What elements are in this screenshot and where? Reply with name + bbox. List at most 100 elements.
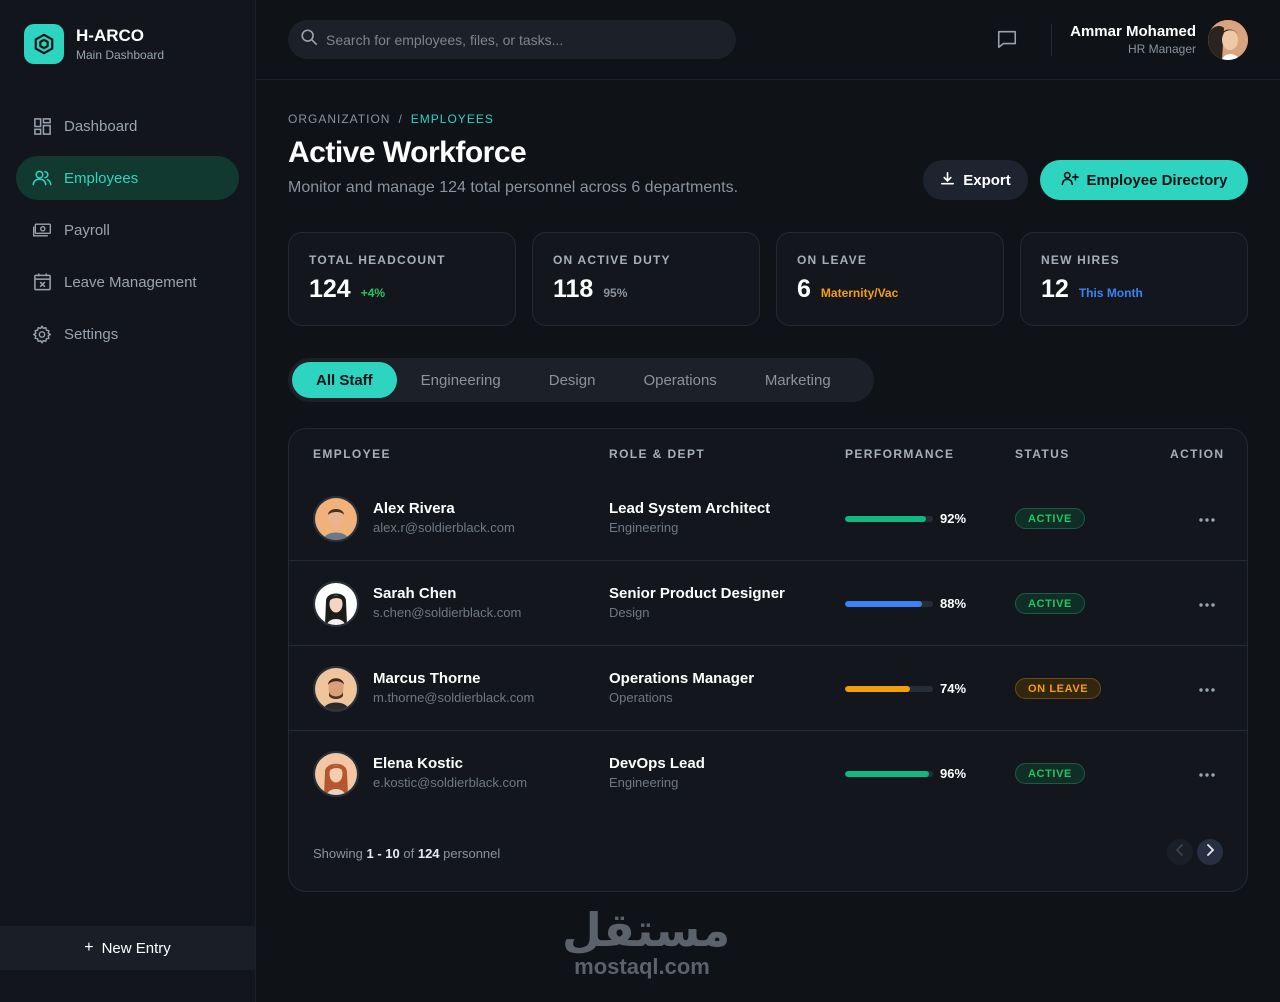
stat-label: ON LEAVE bbox=[797, 253, 868, 267]
sidebar-item-payroll[interactable]: Payroll bbox=[16, 208, 239, 252]
employee-directory-label: Employee Directory bbox=[1086, 171, 1228, 189]
sidebar-item-label: Payroll bbox=[64, 221, 110, 239]
sidebar-item-label: Employees bbox=[64, 169, 139, 187]
pagination-of: of bbox=[403, 846, 415, 861]
stat-label: TOTAL HEADCOUNT bbox=[309, 253, 446, 267]
watermark-latin: mostaql.com bbox=[574, 954, 710, 979]
sidebar-item-label: Leave Management bbox=[64, 273, 197, 291]
pagination-prefix: Showing bbox=[313, 846, 363, 861]
row-actions-button[interactable] bbox=[1197, 508, 1217, 528]
new-entry-button[interactable]: + New Entry bbox=[0, 926, 255, 970]
breadcrumb-current: EMPLOYEES bbox=[410, 112, 494, 126]
employees-table: EMPLOYEE ROLE & DEPT PERFORMANCE STATUS … bbox=[288, 428, 1248, 892]
stat-label: NEW HIRES bbox=[1041, 253, 1120, 267]
employee-email: m.thorne@soldierblack.com bbox=[373, 690, 535, 705]
sidebar-item-employees[interactable]: Employees bbox=[16, 156, 239, 200]
more-horizontal-icon bbox=[1199, 594, 1215, 612]
tab-operations[interactable]: Operations bbox=[619, 362, 740, 398]
new-entry-label: New Entry bbox=[101, 939, 171, 957]
column-header-performance[interactable]: PERFORMANCE bbox=[845, 447, 954, 461]
employee-email: s.chen@soldierblack.com bbox=[373, 605, 522, 620]
tab-all-staff[interactable]: All Staff bbox=[292, 362, 397, 398]
user-role: HR Manager bbox=[1127, 42, 1196, 56]
avatar[interactable] bbox=[313, 496, 359, 542]
stat-sub: 95% bbox=[603, 286, 628, 300]
table-row[interactable]: Sarah Chen s.chen@soldierblack.com Senio… bbox=[289, 561, 1247, 646]
tab-marketing[interactable]: Marketing bbox=[741, 362, 855, 398]
search-bar[interactable] bbox=[288, 20, 736, 59]
chevron-left-icon bbox=[1175, 843, 1185, 861]
brand-logo-icon bbox=[24, 24, 64, 64]
download-icon bbox=[940, 171, 963, 190]
page-title: Active Workforce bbox=[288, 136, 527, 169]
topbar: Ammar Mohamed HR Manager bbox=[256, 0, 1280, 80]
previous-page-button[interactable] bbox=[1167, 839, 1193, 865]
stat-card-on-active-duty: ON ACTIVE DUTY 118 95% bbox=[532, 232, 760, 326]
sidebar-item-dashboard[interactable]: Dashboard bbox=[16, 104, 239, 148]
performance-value: 92% bbox=[940, 511, 967, 526]
stat-sub: Maternity/Vac bbox=[820, 286, 899, 300]
chat-icon bbox=[996, 30, 1018, 54]
stat-card-new-hires: NEW HIRES 12 This Month bbox=[1020, 232, 1248, 326]
status-badge: ACTIVE bbox=[1015, 593, 1085, 614]
employee-email: e.kostic@soldierblack.com bbox=[373, 775, 528, 790]
avatar[interactable] bbox=[313, 666, 359, 712]
search-input[interactable] bbox=[326, 31, 706, 48]
row-actions-button[interactable] bbox=[1197, 678, 1217, 698]
row-actions-button[interactable] bbox=[1197, 593, 1217, 613]
grid-icon bbox=[32, 116, 52, 136]
employee-dept: Design bbox=[609, 605, 650, 620]
brand[interactable]: H-ARCO Main Dashboard bbox=[24, 24, 164, 64]
employee-name: Elena Kostic bbox=[373, 755, 464, 772]
page-subtitle: Monitor and manage 124 total personnel a… bbox=[288, 179, 739, 196]
performance-bar bbox=[845, 686, 933, 692]
performance-value: 74% bbox=[940, 681, 967, 696]
employee-dept: Engineering bbox=[609, 775, 679, 790]
export-label: Export bbox=[963, 171, 1011, 189]
watermark: مستقل mostaql.com bbox=[562, 905, 730, 979]
table-row[interactable]: Elena Kostic e.kostic@soldierblack.com D… bbox=[289, 731, 1247, 816]
performance-bar bbox=[845, 601, 933, 607]
user-profile[interactable]: Ammar Mohamed HR Manager bbox=[1070, 20, 1248, 60]
sidebar-item-label: Dashboard bbox=[64, 117, 138, 135]
next-page-button[interactable] bbox=[1197, 839, 1223, 865]
tab-design[interactable]: Design bbox=[525, 362, 620, 398]
chevron-right-icon bbox=[1205, 843, 1215, 861]
export-button[interactable]: Export bbox=[923, 160, 1028, 200]
table-row[interactable]: Alex Rivera alex.r@soldierblack.com Lead… bbox=[289, 476, 1247, 561]
column-header-role[interactable]: ROLE & DEPT bbox=[609, 447, 705, 461]
stat-label: ON ACTIVE DUTY bbox=[553, 253, 671, 267]
users-icon bbox=[32, 168, 52, 188]
avatar[interactable] bbox=[313, 751, 359, 797]
breadcrumb-parent[interactable]: ORGANIZATION bbox=[288, 112, 390, 126]
messages-button[interactable] bbox=[996, 28, 1018, 50]
employee-directory-button[interactable]: Employee Directory bbox=[1040, 160, 1248, 200]
column-header-status[interactable]: STATUS bbox=[1015, 447, 1070, 461]
row-actions-button[interactable] bbox=[1197, 763, 1217, 783]
stats-row: TOTAL HEADCOUNT 124 +4% ON ACTIVE DUTY 1… bbox=[288, 232, 1248, 326]
sidebar-item-settings[interactable]: Settings bbox=[16, 312, 239, 356]
employee-role: DevOps Lead bbox=[609, 755, 705, 772]
user-name: Ammar Mohamed bbox=[1070, 23, 1196, 40]
employee-role: Lead System Architect bbox=[609, 500, 771, 517]
table-row[interactable]: Marcus Thorne m.thorne@soldierblack.com … bbox=[289, 646, 1247, 731]
gear-icon bbox=[32, 324, 52, 344]
sidebar-item-leave-management[interactable]: Leave Management bbox=[16, 260, 239, 304]
column-header-employee[interactable]: EMPLOYEE bbox=[313, 447, 391, 461]
status-badge: ACTIVE bbox=[1015, 508, 1085, 529]
plus-icon: + bbox=[84, 939, 94, 956]
department-tabs: All Staff Engineering Design Operations … bbox=[288, 358, 874, 402]
avatar[interactable] bbox=[1208, 20, 1248, 60]
performance-fill bbox=[845, 771, 930, 777]
employee-name: Marcus Thorne bbox=[373, 670, 481, 687]
avatar[interactable] bbox=[313, 581, 359, 627]
employee-dept: Engineering bbox=[609, 520, 679, 535]
tab-engineering[interactable]: Engineering bbox=[397, 362, 525, 398]
cash-icon bbox=[32, 220, 52, 240]
calendar-x-icon bbox=[32, 272, 52, 292]
status-badge: ON LEAVE bbox=[1015, 678, 1102, 699]
stat-card-on-leave: ON LEAVE 6 Maternity/Vac bbox=[776, 232, 1004, 326]
pagination-total: 124 bbox=[417, 846, 440, 861]
sidebar: H-ARCO Main Dashboard Dashboard Employee… bbox=[0, 0, 256, 1002]
breadcrumb-separator: / bbox=[398, 112, 403, 126]
